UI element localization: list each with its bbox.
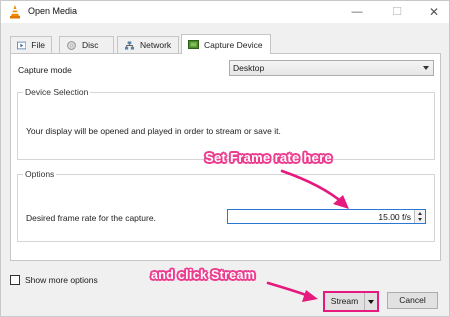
maximize-icon[interactable]: ☐ [382,1,412,23]
show-more-options-label: Show more options [25,275,98,285]
tab-capture-device-label: Capture Device [204,39,263,50]
stream-split-button[interactable]: Stream [323,291,379,312]
vlc-cone-icon [10,5,20,19]
show-more-options[interactable]: Show more options [10,275,98,285]
frame-rate-stepper[interactable] [414,210,425,223]
capture-mode-select[interactable]: Desktop [229,60,434,76]
capture-mode-label: Capture mode [18,65,72,75]
tab-disc-label: Disc [82,40,99,50]
disc-icon [67,40,76,50]
show-more-options-checkbox[interactable] [10,275,20,285]
device-selection-text: Your display will be opened and played i… [26,126,281,136]
tab-network[interactable]: Network [117,36,179,53]
stream-dropdown-button[interactable] [366,293,377,310]
frame-rate-value: 15.00 f/s [378,212,411,222]
window-title: Open Media [28,6,78,16]
tab-bar: File Disc Network Capture Device [10,34,440,54]
chevron-down-icon [368,300,374,304]
spin-down-icon[interactable] [418,218,422,221]
tab-file[interactable]: File [10,36,52,53]
capture-device-icon [188,40,199,49]
file-icon [17,41,27,49]
annotation-frame-rate: Set Frame rate here [205,150,333,165]
options-title: Options [23,169,57,179]
capture-mode-value: Desktop [233,63,265,73]
annotation-stream: and click Stream [151,268,256,282]
tab-file-label: File [31,40,45,50]
tab-capture-device[interactable]: Capture Device [181,34,271,54]
frame-rate-spinbox[interactable]: 15.00 f/s [227,209,426,224]
frame-rate-label: Desired frame rate for the capture. [26,213,156,223]
network-icon [125,40,134,50]
tab-network-label: Network [140,40,172,50]
device-selection-title: Device Selection [23,87,91,97]
spin-up-icon[interactable] [418,212,422,215]
chevron-down-icon [423,66,429,70]
stream-button[interactable]: Stream [325,293,365,310]
close-icon[interactable]: ✕ [419,1,449,23]
tab-disc[interactable]: Disc [59,36,114,53]
options-group: Options Desired frame rate for the captu… [17,169,435,242]
title-bar: Open Media — ☐ ✕ [1,1,449,23]
minimize-icon[interactable]: — [342,1,372,23]
cancel-button[interactable]: Cancel [387,292,438,309]
